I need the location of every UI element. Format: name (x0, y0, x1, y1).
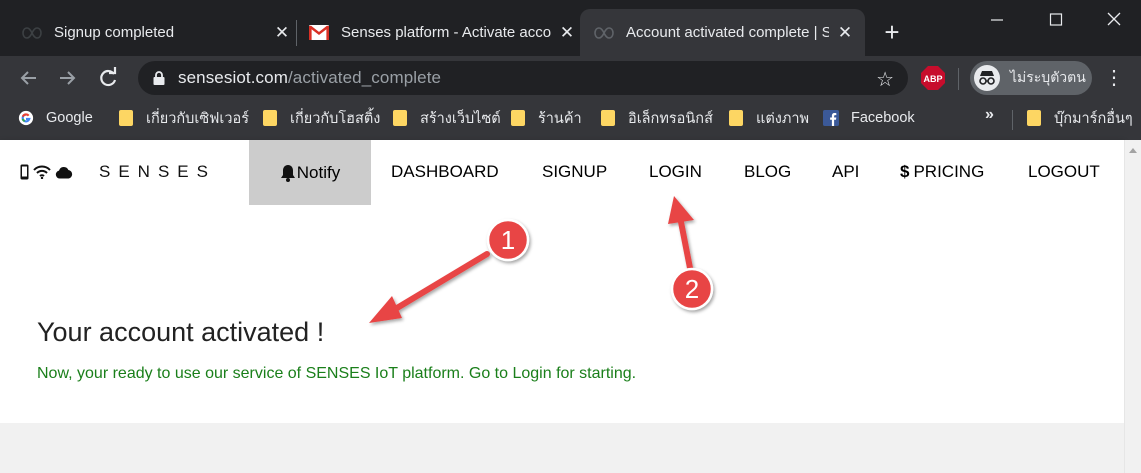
google-icon (18, 110, 34, 126)
bookmarks-bar: Google เกี่ยวกับเซิฟเวอร์ เกี่ยวกับโฮสติ… (0, 100, 1141, 140)
browser-toolbar: sensesiot.com/activated_complete ☆ ABP ไ… (0, 56, 1141, 100)
bookmark-facebook[interactable]: Facebook (823, 106, 915, 130)
main-content: Your account activated ! Now, your ready… (0, 205, 1124, 423)
dollar-icon: $ (900, 162, 910, 181)
wifi-icon (33, 165, 51, 179)
bookmark-folder-hosting[interactable]: เกี่ยวกับโฮสติ้ง (262, 106, 380, 130)
nav-login[interactable]: LOGIN (649, 162, 702, 182)
bookmark-label: เกี่ยวกับโฮสติ้ง (290, 110, 381, 127)
folder-icon (510, 110, 526, 126)
profile-name: ไม่ระบุตัวตน (1010, 69, 1086, 85)
bookmark-label: Google (46, 110, 93, 126)
bookmarks-divider (1012, 110, 1013, 130)
close-tab-icon[interactable]: ✕ (835, 23, 855, 43)
brand-icons (20, 164, 73, 180)
bookmark-label: แต่งภาพ (756, 110, 810, 127)
toolbar-divider (958, 68, 959, 90)
infinity-icon (22, 23, 42, 43)
nav-blog[interactable]: BLOG (744, 162, 791, 182)
bookmark-folder-photo[interactable]: แต่งภาพ (728, 106, 809, 130)
close-tab-icon[interactable]: ✕ (272, 23, 292, 43)
bookmark-google[interactable]: Google (18, 106, 93, 130)
folder-icon (392, 110, 408, 126)
site-brand[interactable]: SENSES (20, 162, 216, 182)
tab-title: Senses platform - Activate account (341, 24, 551, 41)
bookmark-label: Facebook (851, 110, 915, 126)
adblock-plus-icon[interactable]: ABP (921, 66, 945, 90)
infinity-icon (594, 23, 614, 43)
bookmark-folder-website[interactable]: สร้างเว็บไซต์ (392, 106, 501, 130)
bookmark-folder-server[interactable]: เกี่ยวกับเซิฟเวอร์ (118, 106, 249, 130)
tab-signup-completed[interactable]: Signup completed ✕ (22, 9, 292, 56)
cloud-icon (55, 166, 73, 178)
scroll-up-arrow-icon[interactable] (1129, 148, 1137, 153)
bookmark-label: บุ๊กมาร์กอื่นๆ (1054, 110, 1133, 127)
nav-pricing-label: PRICING (913, 162, 985, 181)
tab-title: Account activated complete | SENSES (626, 24, 829, 41)
url-text: sensesiot.com/activated_complete (178, 68, 441, 88)
menu-kebab-icon[interactable]: ⋮ (1104, 66, 1124, 90)
incognito-icon (974, 65, 1000, 91)
incognito-profile-button[interactable]: ไม่ระบุตัวตน (970, 61, 1092, 95)
site-navbar: SENSES Notify DASHBOARD SIGNUP LOGIN BLO… (0, 140, 1124, 205)
activation-message: Now, your ready to use our service of SE… (37, 365, 637, 382)
vertical-scrollbar[interactable] (1124, 140, 1141, 473)
close-window-icon[interactable] (1102, 8, 1126, 32)
page-footer-band (0, 423, 1124, 473)
folder-icon (262, 110, 278, 126)
bookmarks-overflow-button[interactable]: » (985, 106, 994, 124)
nav-signup[interactable]: SIGNUP (542, 162, 607, 182)
folder-icon (600, 110, 616, 126)
notify-button[interactable]: Notify (249, 140, 371, 205)
extension-label: ABP (923, 74, 942, 84)
bookmark-label: เกี่ยวกับเซิฟเวอร์ (146, 110, 250, 127)
maximize-icon[interactable] (1044, 8, 1068, 32)
folder-icon (118, 110, 134, 126)
nav-pricing[interactable]: $ PRICING (900, 162, 984, 182)
nav-logout[interactable]: LOGOUT (1028, 162, 1100, 182)
url-domain: sensesiot.com (178, 68, 288, 87)
nav-api[interactable]: API (832, 162, 859, 182)
folder-icon (1026, 110, 1042, 126)
minimize-icon[interactable] (985, 8, 1009, 32)
notify-label: Notify (296, 162, 341, 182)
bookmark-folder-shop[interactable]: ร้านค้า (510, 106, 582, 130)
facebook-icon (823, 110, 839, 126)
folder-icon (728, 110, 744, 126)
back-arrow-icon[interactable] (14, 64, 42, 92)
close-tab-icon[interactable]: ✕ (557, 23, 577, 43)
lock-icon (152, 70, 166, 86)
tab-title: Signup completed (54, 24, 175, 41)
page-viewport: SENSES Notify DASHBOARD SIGNUP LOGIN BLO… (0, 140, 1141, 473)
brand-name: SENSES (99, 162, 216, 181)
bookmark-star-icon[interactable]: ☆ (876, 67, 894, 92)
gmail-icon (309, 23, 329, 43)
new-tab-button[interactable]: + (880, 18, 904, 46)
tab-account-activated[interactable]: Account activated complete | SENSES ✕ (580, 9, 865, 56)
tab-activate-account[interactable]: Senses platform - Activate account ✕ (309, 9, 577, 56)
bookmark-label: อิเล็กทรอนิกส์ (628, 110, 713, 127)
page-title: Your account activated ! (37, 317, 325, 347)
bookmark-label: ร้านค้า (538, 110, 582, 127)
browser-tab-strip: Signup completed ✕ Senses platform - Act… (0, 0, 1141, 56)
tab-separator (296, 20, 297, 46)
forward-arrow-icon[interactable] (54, 64, 82, 92)
nav-dashboard[interactable]: DASHBOARD (391, 162, 499, 182)
bookmark-folder-electronics[interactable]: อิเล็กทรอนิกส์ (600, 106, 713, 130)
reload-icon[interactable] (94, 64, 122, 92)
bell-icon (280, 164, 295, 182)
bookmark-label: สร้างเว็บไซต์ (420, 110, 501, 127)
address-bar[interactable]: sensesiot.com/activated_complete ☆ (138, 61, 908, 95)
phone-icon (20, 164, 29, 180)
other-bookmarks-folder[interactable]: บุ๊กมาร์กอื่นๆ (1026, 106, 1133, 130)
url-path: /activated_complete (287, 68, 442, 87)
